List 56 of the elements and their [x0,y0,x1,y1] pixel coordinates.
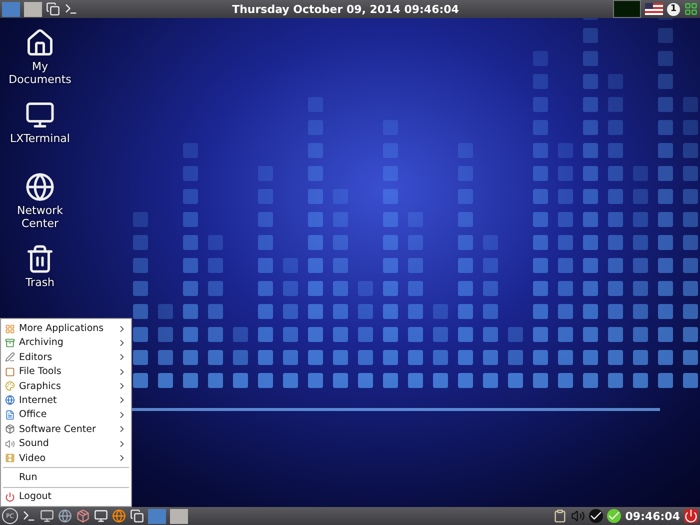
speaker-icon [5,438,15,449]
menu-item[interactable]: Office [1,408,131,422]
browser-icon[interactable] [112,509,126,523]
power-icon[interactable] [684,509,698,523]
windows-icon[interactable] [46,2,60,16]
globe-icon [5,395,15,406]
terminal-icon[interactable] [64,2,78,16]
trash-icon[interactable] [25,244,55,274]
clock: 09:46:04 [625,510,680,522]
desktop-icon-label[interactable]: LXTerminal [10,132,70,145]
menu-item[interactable]: Editors [1,350,131,364]
notification-badge[interactable]: 1 [667,2,680,16]
check-icon[interactable] [607,509,622,523]
flag-icon[interactable] [645,3,664,15]
desktop-icon-label[interactable]: My Documents [0,60,80,86]
check-icon[interactable] [589,509,604,523]
menu-item[interactable]: Sound [1,436,131,451]
package-icon [5,424,15,434]
menu-item[interactable]: Archiving [1,336,131,350]
package-icon[interactable] [76,509,90,523]
clipboard-icon[interactable] [553,509,568,523]
workspace-switcher[interactable] [170,508,188,524]
palette-icon [5,381,15,392]
cpu-meter [613,0,642,18]
menu-item[interactable]: Run [1,470,131,485]
network-icon[interactable] [25,172,55,202]
windows-icon[interactable] [130,509,144,523]
menu-item[interactable]: Software Center [1,422,131,436]
workspace-switcher[interactable] [24,2,42,16]
desktop-icon-label[interactable]: Trash [25,276,55,289]
grid-icon[interactable] [684,2,698,16]
monitor-icon[interactable] [94,509,108,523]
power-icon [5,492,15,502]
pen-icon [5,352,15,362]
globe-icon[interactable] [58,509,72,523]
terminal-icon[interactable] [22,509,36,523]
workspace-switcher[interactable] [2,2,20,16]
light-column-drawing [508,327,523,388]
monitor-icon[interactable] [40,509,54,523]
home-icon[interactable] [25,28,55,58]
film-icon [5,453,15,464]
menu-item[interactable]: Video [1,450,131,466]
menu-item[interactable]: File Tools [1,364,131,379]
archive-icon [5,338,15,348]
menu-item[interactable]: Logout [1,490,131,504]
workspace-switcher[interactable] [148,508,166,524]
light-column-drawing [233,327,248,388]
clock: Thursday October 09, 2014 09:46:04 [232,2,459,16]
menu-item[interactable]: Graphics [1,378,131,394]
square-icon [5,366,15,377]
document-icon [5,410,15,420]
menu-item[interactable]: More Applications [1,321,131,336]
menu-item[interactable]: Internet [1,393,131,408]
desktop-icon-label[interactable]: Network Center [0,204,80,230]
monitor-icon[interactable] [25,100,55,130]
grid-icon [5,324,15,334]
